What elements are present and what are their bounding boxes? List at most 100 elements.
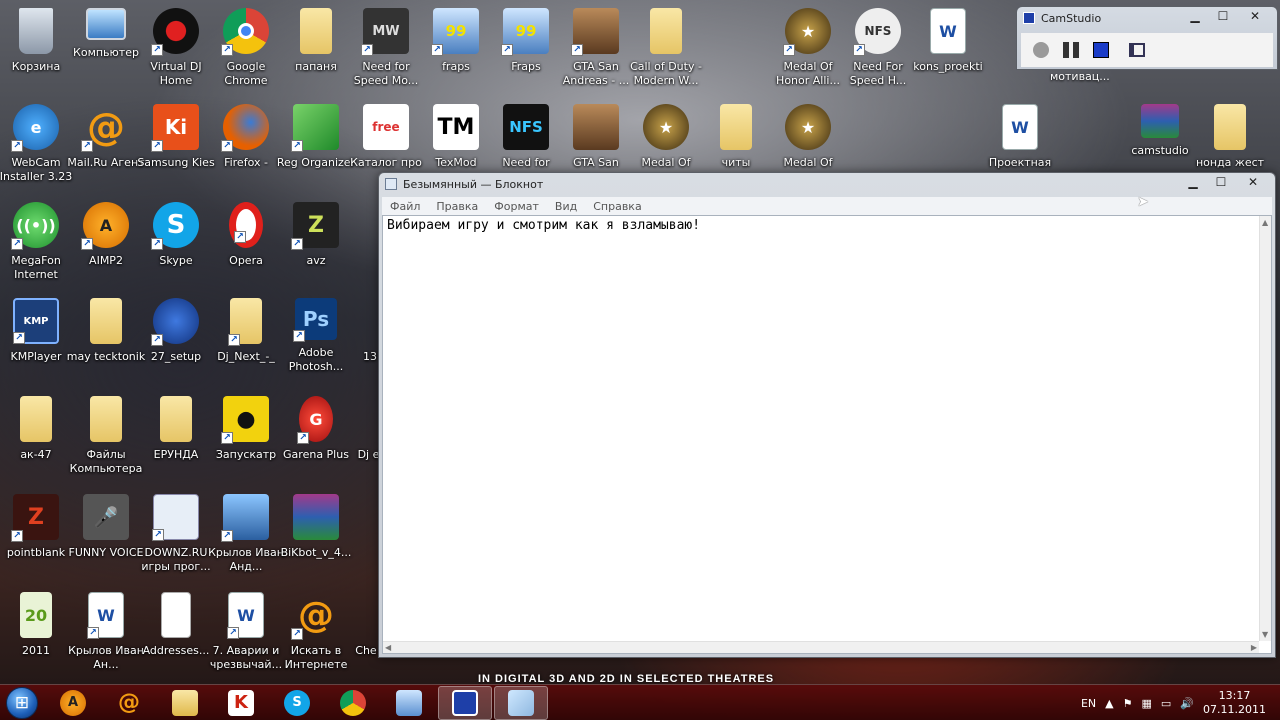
- taskbar-camstudio[interactable]: [438, 685, 492, 720]
- menu-file[interactable]: Файл: [382, 200, 428, 213]
- scroll-down-icon[interactable]: ▼: [1262, 630, 1268, 639]
- launcher-icon: ● ↗: [221, 396, 269, 444]
- taskbar: A @ K S EN ▲ ⚑ ▦ ▭ 🔊 13:17 07.11.2011: [0, 684, 1280, 720]
- word-doc-icon: W: [1002, 104, 1038, 150]
- nfs-icon: NFS ↗: [853, 8, 901, 56]
- winrar-icon: [293, 494, 339, 540]
- minimize-button[interactable]: ▁: [1181, 7, 1209, 25]
- language-indicator[interactable]: EN: [1081, 697, 1096, 710]
- desktop-icon-files-computer[interactable]: Файлы Компьютера: [70, 396, 142, 488]
- mailru-search-icon: @ ↗: [291, 592, 339, 640]
- desktop-icon-avz[interactable]: Z ↗ avz: [280, 202, 352, 294]
- horizontal-scrollbar[interactable]: ◀ ▶: [383, 641, 1259, 653]
- menu-edit[interactable]: Правка: [428, 200, 486, 213]
- folder-icon: [20, 396, 52, 442]
- folder-icon: [650, 8, 682, 54]
- close-button[interactable]: ✕: [1235, 173, 1271, 191]
- computer-icon: [86, 8, 126, 40]
- taskbar-mailru[interactable]: @: [102, 686, 156, 720]
- scroll-right-icon[interactable]: ▶: [1251, 643, 1257, 652]
- desktop-icon-nfs-hp[interactable]: NFS ↗ Need For Speed H...: [842, 8, 914, 100]
- desktop-icon-papanya[interactable]: папаня: [280, 8, 352, 100]
- desktop-icon-downz[interactable]: ↗ DOWNZ.RU игры прог...: [140, 494, 212, 586]
- desktop-icon-27-setup[interactable]: ↗ 27_setup: [140, 298, 212, 390]
- word-doc-icon: W ↗: [87, 592, 124, 639]
- desktop-icon-2011[interactable]: 20 2011: [0, 592, 72, 684]
- region-button[interactable]: [1127, 40, 1147, 60]
- desktop-icon-firefox[interactable]: ↗ Firefox -: [210, 104, 282, 196]
- clock[interactable]: 13:17 07.11.2011: [1203, 689, 1266, 717]
- record-icon: [1033, 42, 1049, 58]
- desktop-icon-computer[interactable]: Компьютер: [70, 8, 142, 100]
- desktop-icon-aimp2[interactable]: A ↗ AIMP2: [70, 202, 142, 294]
- notepad-titlebar[interactable]: Безымянный — Блокнот: [379, 173, 1275, 195]
- taskbar-control-panel[interactable]: [382, 686, 436, 720]
- taskbar-kaspersky[interactable]: K: [214, 686, 268, 720]
- desktop-icon-virtual-dj[interactable]: ↗ Virtual DJ Home: [140, 8, 212, 100]
- desktop-icon-mailru-agent[interactable]: @ ↗ Mail.Ru Агент: [67, 104, 144, 196]
- desktop-icon-label-motivation: мотивац...: [1050, 70, 1110, 83]
- menu-view[interactable]: Вид: [547, 200, 585, 213]
- close-button[interactable]: ✕: [1237, 7, 1273, 25]
- taskbar-skype[interactable]: S: [270, 686, 324, 720]
- notepad-text-content[interactable]: Вибираем игру и смотрим как я взламываю!: [387, 218, 700, 233]
- desktop-icon-nfs-mw[interactable]: MW ↗ Need for Speed Mo...: [350, 8, 422, 100]
- reg-organizer-icon: ↗: [291, 104, 339, 152]
- desktop-icon-addresses[interactable]: Addresses...: [140, 592, 212, 684]
- menu-help[interactable]: Справка: [585, 200, 649, 213]
- pause-button[interactable]: [1061, 40, 1081, 60]
- desktop-icon-fraps-1[interactable]: 99 ↗ fraps: [420, 8, 492, 100]
- desktop-icon-erunda[interactable]: ЕРУНДА: [140, 396, 212, 488]
- desktop-icon-webcam[interactable]: e ↗ WebCam Installer 3.23: [0, 104, 72, 196]
- maximize-button[interactable]: ☐: [1207, 173, 1235, 191]
- desktop-icon-recycle-bin[interactable]: Корзина: [0, 8, 72, 100]
- nfs-mw-icon: MW ↗: [361, 8, 409, 56]
- desktop-icon-ak47[interactable]: ак-47: [0, 396, 72, 488]
- desktop-icon-skype[interactable]: S ↗ Skype: [140, 202, 212, 294]
- taskbar-explorer[interactable]: [158, 686, 212, 720]
- desktop-icon-bikbot[interactable]: BiKbot_v_4...: [280, 494, 352, 586]
- desktop-icon-kmplayer[interactable]: KMP ↗ KMPlayer: [0, 298, 72, 390]
- clock-time: 13:17: [1218, 689, 1251, 702]
- desktop-icon-krylov-doc[interactable]: W ↗ Крылов Иван Ан...: [68, 592, 144, 684]
- network-icon[interactable]: ▦: [1142, 697, 1152, 710]
- desktop-icon-may-tecktonik[interactable]: may tecktonik: [67, 298, 145, 390]
- desktop-icon-launcher[interactable]: ● ↗ Запускатр: [210, 396, 282, 488]
- record-button[interactable]: [1031, 40, 1051, 60]
- desktop-icon-google-chrome[interactable]: ↗ Google Chrome: [210, 8, 282, 100]
- desktop-icon-gta-sa-1[interactable]: ↗ GTA San Andreas - ...: [560, 8, 632, 100]
- desktop-icon-samsung-kies[interactable]: Ki ↗ Samsung Kies: [137, 104, 215, 196]
- camstudio-window[interactable]: CamStudio ▁ ☐ ✕: [1016, 6, 1278, 70]
- scroll-left-icon[interactable]: ◀: [385, 643, 391, 652]
- desktop-icon-reg-organizer[interactable]: ↗ Reg Organizer: [277, 104, 355, 196]
- desktop-icon-cod-mw[interactable]: Call of Duty - Modern W...: [630, 8, 702, 100]
- desktop-icon-megafon[interactable]: ((•)) ↗ MegaFon Internet: [0, 202, 72, 294]
- desktop-icon-dj-next[interactable]: ↗ Dj_Next_-_: [210, 298, 282, 390]
- desktop-icon-pointblank[interactable]: Z ↗ pointblank: [0, 494, 72, 586]
- desktop-icon-accidents-doc[interactable]: W ↗ 7. Аварии и чрезвычай...: [210, 592, 282, 684]
- minimize-button[interactable]: ▁: [1179, 173, 1207, 191]
- taskbar-chrome[interactable]: [326, 686, 380, 720]
- taskbar-notepad[interactable]: [494, 685, 548, 720]
- taskbar-aimp[interactable]: A: [46, 686, 100, 720]
- scroll-up-icon[interactable]: ▲: [1262, 218, 1268, 227]
- start-button[interactable]: [0, 685, 44, 720]
- notepad-window[interactable]: Безымянный — Блокнот ▁ ☐ ✕ Файл Правка Ф…: [378, 172, 1276, 658]
- desktop-icon-opera[interactable]: ↗ Opera: [210, 202, 282, 294]
- chrome-icon: ↗: [221, 8, 269, 56]
- volume-icon[interactable]: 🔊: [1180, 697, 1194, 710]
- maximize-button[interactable]: ☐: [1209, 7, 1237, 25]
- menu-format[interactable]: Формат: [486, 200, 547, 213]
- power-icon[interactable]: ▭: [1161, 697, 1171, 710]
- desktop-icon-kons-proekti[interactable]: W kons_proekti: [912, 8, 984, 100]
- desktop-icon-fraps-2[interactable]: 99 ↗ Fraps: [490, 8, 562, 100]
- desktop-icon-moh-allied[interactable]: ★ ↗ Medal Of Honor Alli...: [772, 8, 844, 100]
- desktop-icon-krylov-image[interactable]: ↗ Крылов Иван Анд...: [208, 494, 284, 586]
- desktop-icon-funny-voice[interactable]: 🎤 FUNNY VOICE: [69, 494, 143, 586]
- stop-button[interactable]: [1091, 40, 1111, 60]
- show-hidden-icons-icon[interactable]: ▲: [1105, 697, 1113, 710]
- gta-icon: ↗: [571, 8, 619, 56]
- security-flag-icon[interactable]: ⚑: [1123, 697, 1133, 710]
- vertical-scrollbar[interactable]: ▲ ▼: [1259, 216, 1271, 641]
- notepad-text-area[interactable]: Вибираем игру и смотрим как я взламываю!…: [382, 215, 1272, 654]
